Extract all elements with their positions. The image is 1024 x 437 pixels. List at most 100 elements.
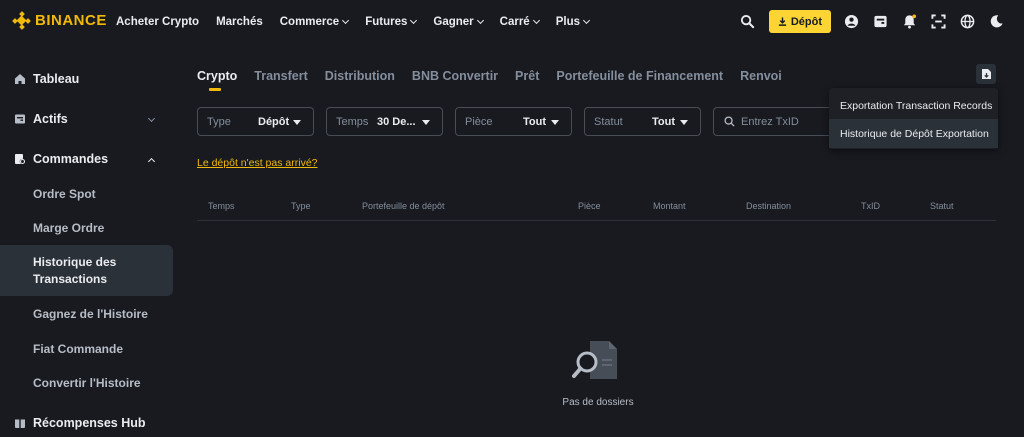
column-header-time: Temps [208, 201, 235, 211]
sidebar-item-margin-orders[interactable]: Marge Ordre [33, 221, 173, 235]
status-filter-value: Tout [652, 115, 676, 128]
tab-referral[interactable]: Renvoi [740, 69, 782, 83]
deposit-not-arrived-link[interactable]: Le dépôt n'est pas arrivé? [197, 157, 318, 169]
column-header-type: Type [291, 201, 311, 211]
sidebar-item-fiat-orders[interactable]: Fiat Commande [33, 342, 173, 356]
top-right-actions: Dépôt [740, 10, 1004, 33]
sidebar-item-rewards-hub[interactable]: Récompenses Hub [14, 416, 159, 430]
status-filter-label: Statut [594, 115, 623, 128]
column-header-amount: Montant [653, 201, 686, 211]
caret-down-icon [551, 120, 559, 125]
history-tabs: Crypto Transfert Distribution BNB Conver… [197, 69, 799, 91]
tab-funding-wallet[interactable]: Portefeuille de Financement [556, 69, 723, 83]
nav-more[interactable]: Plus [555, 16, 591, 28]
search-icon [724, 116, 735, 127]
sidebar-item-label: Tableau [33, 72, 80, 86]
sidebar-item-label: Convertir l'Histoire [33, 376, 141, 390]
time-filter-label: Temps [336, 115, 369, 128]
nav-futures-label: Futures [365, 16, 408, 28]
sidebar-item-orders[interactable]: Commandes [14, 152, 159, 166]
nav-earn-label: Gagner [433, 16, 474, 28]
chevron-up-icon [147, 157, 156, 166]
nav-square[interactable]: Carré [499, 16, 540, 28]
chevron-down-icon [582, 16, 591, 25]
chevron-down-icon [532, 16, 540, 25]
no-records-icon [572, 341, 617, 379]
table-header-divider [197, 220, 996, 221]
status-filter-select[interactable]: Statut Tout [584, 107, 701, 136]
notification-bell-icon[interactable] [902, 14, 917, 29]
nav-trade[interactable]: Commerce [279, 16, 350, 28]
user-icon[interactable] [844, 14, 859, 29]
sidebar-item-label: Actifs [33, 112, 68, 126]
export-transaction-records-item[interactable]: Exportation Transaction Records [829, 91, 998, 120]
sidebar-item-label: Commandes [33, 152, 109, 166]
nav-earn[interactable]: Gagner [433, 16, 484, 28]
sidebar-item-label: Fiat Commande [33, 342, 124, 356]
sidebar-item-assets[interactable]: Actifs [14, 112, 159, 126]
chevron-down-icon [147, 114, 156, 123]
nav-more-label: Plus [555, 16, 580, 28]
sidebar-item-dashboard[interactable]: Tableau [14, 72, 159, 86]
txid-search-field [713, 107, 830, 136]
tab-bnb-convert[interactable]: BNB Convertir [412, 69, 498, 83]
export-file-button[interactable] [976, 64, 996, 84]
nav-futures[interactable]: Futures [365, 16, 418, 28]
caret-down-icon [293, 120, 301, 125]
sidebar-item-spot-orders[interactable]: Ordre Spot [33, 187, 173, 201]
coin-filter-label: Pièce [465, 115, 493, 128]
binance-logo[interactable]: BINANCE [12, 11, 107, 30]
txid-search-input[interactable] [741, 115, 826, 128]
nav-markets[interactable]: Marchés [216, 16, 263, 28]
wallet-icon[interactable] [873, 14, 888, 29]
sidebar-item-label: Ordre Spot [33, 187, 96, 201]
nav-square-label: Carré [499, 16, 530, 28]
column-header-coin: Pièce [578, 201, 601, 211]
globe-icon[interactable] [960, 14, 975, 29]
export-file-icon [981, 69, 991, 79]
scan-qr-icon[interactable] [931, 14, 946, 29]
type-filter-value: Dépôt [258, 115, 290, 128]
empty-state-text: Pas de dossiers [562, 397, 634, 408]
column-header-destination: Destination [746, 201, 792, 211]
search-icon[interactable] [740, 14, 755, 29]
home-icon [14, 73, 26, 85]
sidebar-item-label: Historique des Transactions [33, 255, 117, 286]
assets-wallet-icon [14, 113, 26, 125]
coin-filter-select[interactable]: Pièce Tout [455, 107, 572, 136]
deposit-button[interactable]: Dépôt [768, 10, 831, 33]
chevron-down-icon [342, 16, 350, 25]
tab-crypto[interactable]: Crypto [197, 69, 237, 91]
deposit-button-label: Dépôt [790, 15, 822, 28]
type-filter-select[interactable]: Type Dépôt [197, 107, 314, 136]
column-header-deposit-wallet: Portefeuille de dépôt [362, 201, 445, 211]
dark-mode-moon-icon[interactable] [989, 14, 1004, 29]
tab-distribution[interactable]: Distribution [325, 69, 395, 83]
tab-loan[interactable]: Prêt [515, 69, 539, 83]
time-filter-value: 30 De... [377, 115, 416, 128]
chevron-down-icon [410, 16, 418, 25]
sidebar-item-label: Récompenses Hub [33, 416, 146, 430]
main-nav: Acheter Crypto Marchés Commerce Futures … [116, 0, 606, 44]
export-deposit-history-item[interactable]: Historique de Dépôt Exportation [829, 119, 998, 148]
binance-logo-icon [12, 11, 31, 30]
column-header-txid: TxID [861, 201, 880, 211]
tab-transfer[interactable]: Transfert [254, 69, 308, 83]
orders-icon [14, 153, 26, 165]
column-header-status: Statut [930, 201, 954, 211]
download-icon [778, 17, 786, 26]
type-filter-label: Type [207, 115, 231, 128]
caret-down-icon [422, 120, 430, 125]
coin-filter-value: Tout [523, 115, 547, 128]
export-dropdown-menu: Exportation Transaction Records Historiq… [829, 88, 998, 149]
sidebar-item-label: Gagnez de l'Histoire [33, 307, 148, 321]
caret-down-icon [680, 120, 688, 125]
brand-name: BINANCE [35, 12, 107, 29]
nav-trade-label: Commerce [279, 16, 340, 28]
time-filter-select[interactable]: Temps 30 De... [326, 107, 443, 136]
sidebar-item-earn-history[interactable]: Gagnez de l'Histoire [33, 307, 173, 321]
top-navbar: BINANCE Acheter Crypto Marchés Commerce … [0, 0, 1024, 44]
nav-buy-crypto[interactable]: Acheter Crypto [116, 16, 199, 28]
chevron-down-icon [476, 16, 484, 25]
sidebar-item-convert-history[interactable]: Convertir l'Histoire [33, 376, 173, 390]
